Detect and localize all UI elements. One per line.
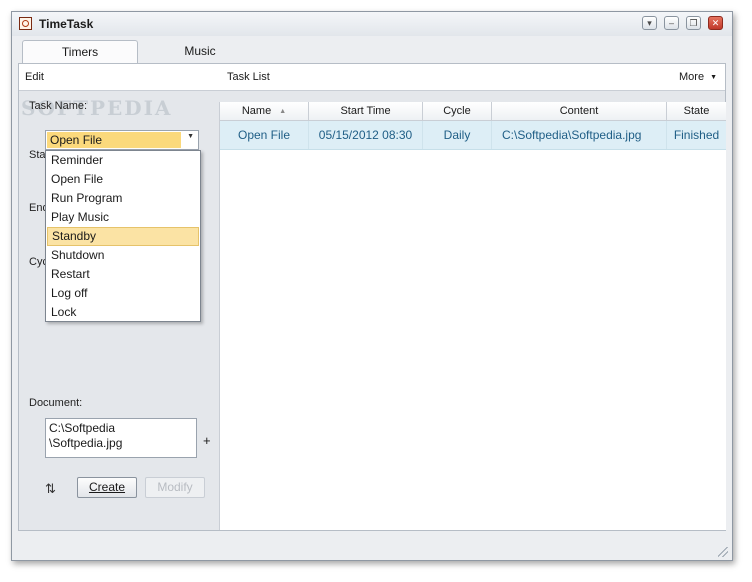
cell-state: Finished bbox=[673, 128, 720, 142]
task-table: Name ▲ Start Time Cycle Content State Ope… bbox=[219, 102, 726, 530]
dropdown-option[interactable]: Shutdown bbox=[47, 246, 199, 265]
column-header-state[interactable]: State bbox=[667, 102, 726, 120]
app-icon bbox=[19, 17, 32, 30]
sort-ascending-icon: ▲ bbox=[279, 108, 287, 115]
task-name-select[interactable]: Open File ▼ bbox=[45, 130, 199, 150]
create-button[interactable]: Create bbox=[77, 477, 137, 498]
task-name-label: Task Name: bbox=[29, 100, 88, 112]
column-header-cycle[interactable]: Cycle bbox=[423, 102, 492, 120]
more-label: More bbox=[679, 71, 705, 83]
close-button[interactable]: ✕ bbox=[708, 16, 723, 30]
task-type-dropdown: Reminder Open File Run Program Play Musi… bbox=[45, 150, 201, 322]
dropdown-option[interactable]: Log off bbox=[47, 284, 199, 303]
cell-name: Open File bbox=[220, 121, 309, 149]
task-name-value: Open File bbox=[47, 132, 181, 148]
task-list-header: Task List bbox=[227, 71, 270, 83]
column-header-content[interactable]: Content bbox=[492, 102, 667, 120]
minimize-button[interactable]: – bbox=[664, 16, 679, 30]
column-header-name[interactable]: Name ▲ bbox=[220, 102, 309, 120]
title-bar[interactable]: TimeTask ▾ – ❐ ✕ bbox=[12, 12, 732, 36]
dropdown-option-highlighted[interactable]: Standby bbox=[47, 227, 199, 246]
tab-timers[interactable]: Timers bbox=[22, 40, 138, 64]
dropdown-option[interactable]: Reminder bbox=[47, 151, 199, 170]
timetask-window: TimeTask ▾ – ❐ ✕ Timers Music Edit Task … bbox=[11, 11, 733, 561]
dropdown-option[interactable]: Play Music bbox=[47, 208, 199, 227]
tab-content: Edit Task List More ▼ SOFTPEDIA Task Name… bbox=[18, 63, 726, 531]
start-label: Sta bbox=[29, 149, 46, 161]
table-row[interactable]: Open File 05/15/2012 08:30 Daily C:\Soft… bbox=[220, 121, 726, 150]
document-label: Document: bbox=[29, 397, 83, 409]
tab-music[interactable]: Music bbox=[140, 40, 260, 64]
document-path-line1: C:\Softpedia bbox=[49, 421, 116, 435]
resize-grip-icon[interactable] bbox=[718, 547, 728, 557]
create-label: Create bbox=[88, 480, 126, 494]
cell-cycle: Daily bbox=[423, 121, 492, 149]
window-title: TimeTask bbox=[39, 17, 94, 31]
document-path-line2: \Softpedia.jpg bbox=[49, 436, 123, 450]
restore-button[interactable]: ❐ bbox=[686, 16, 701, 30]
add-document-button[interactable]: + bbox=[203, 433, 211, 448]
menu-bar: Edit Task List More ▼ bbox=[19, 64, 725, 91]
cell-content: C:\Softpedia\Softpedia.jpg bbox=[492, 121, 667, 149]
more-menu[interactable]: More ▼ bbox=[679, 71, 717, 83]
column-header-label: Name bbox=[241, 105, 272, 117]
refresh-icon[interactable]: ⇅ bbox=[45, 481, 56, 497]
dropdown-option[interactable]: Run Program bbox=[47, 189, 199, 208]
dropdown-option[interactable]: Restart bbox=[47, 265, 199, 284]
chevron-down-icon: ▼ bbox=[710, 74, 717, 81]
task-form-panel: SOFTPEDIA Task Name: Open File ▼ Sta End… bbox=[19, 90, 219, 530]
dropdown-option[interactable]: Open File bbox=[47, 170, 199, 189]
cell-start-time: 05/15/2012 08:30 bbox=[309, 121, 423, 149]
edit-menu[interactable]: Edit bbox=[25, 71, 44, 83]
table-header: Name ▲ Start Time Cycle Content State bbox=[220, 102, 726, 121]
chevron-down-icon[interactable]: ▼ bbox=[187, 133, 194, 140]
document-field[interactable]: C:\Softpedia \Softpedia.jpg bbox=[45, 418, 197, 458]
modify-button: Modify bbox=[145, 477, 205, 498]
column-header-start-time[interactable]: Start Time bbox=[309, 102, 423, 120]
dropdown-option[interactable]: Lock bbox=[47, 303, 199, 322]
chevron-down-icon[interactable]: ▾ bbox=[642, 16, 657, 30]
